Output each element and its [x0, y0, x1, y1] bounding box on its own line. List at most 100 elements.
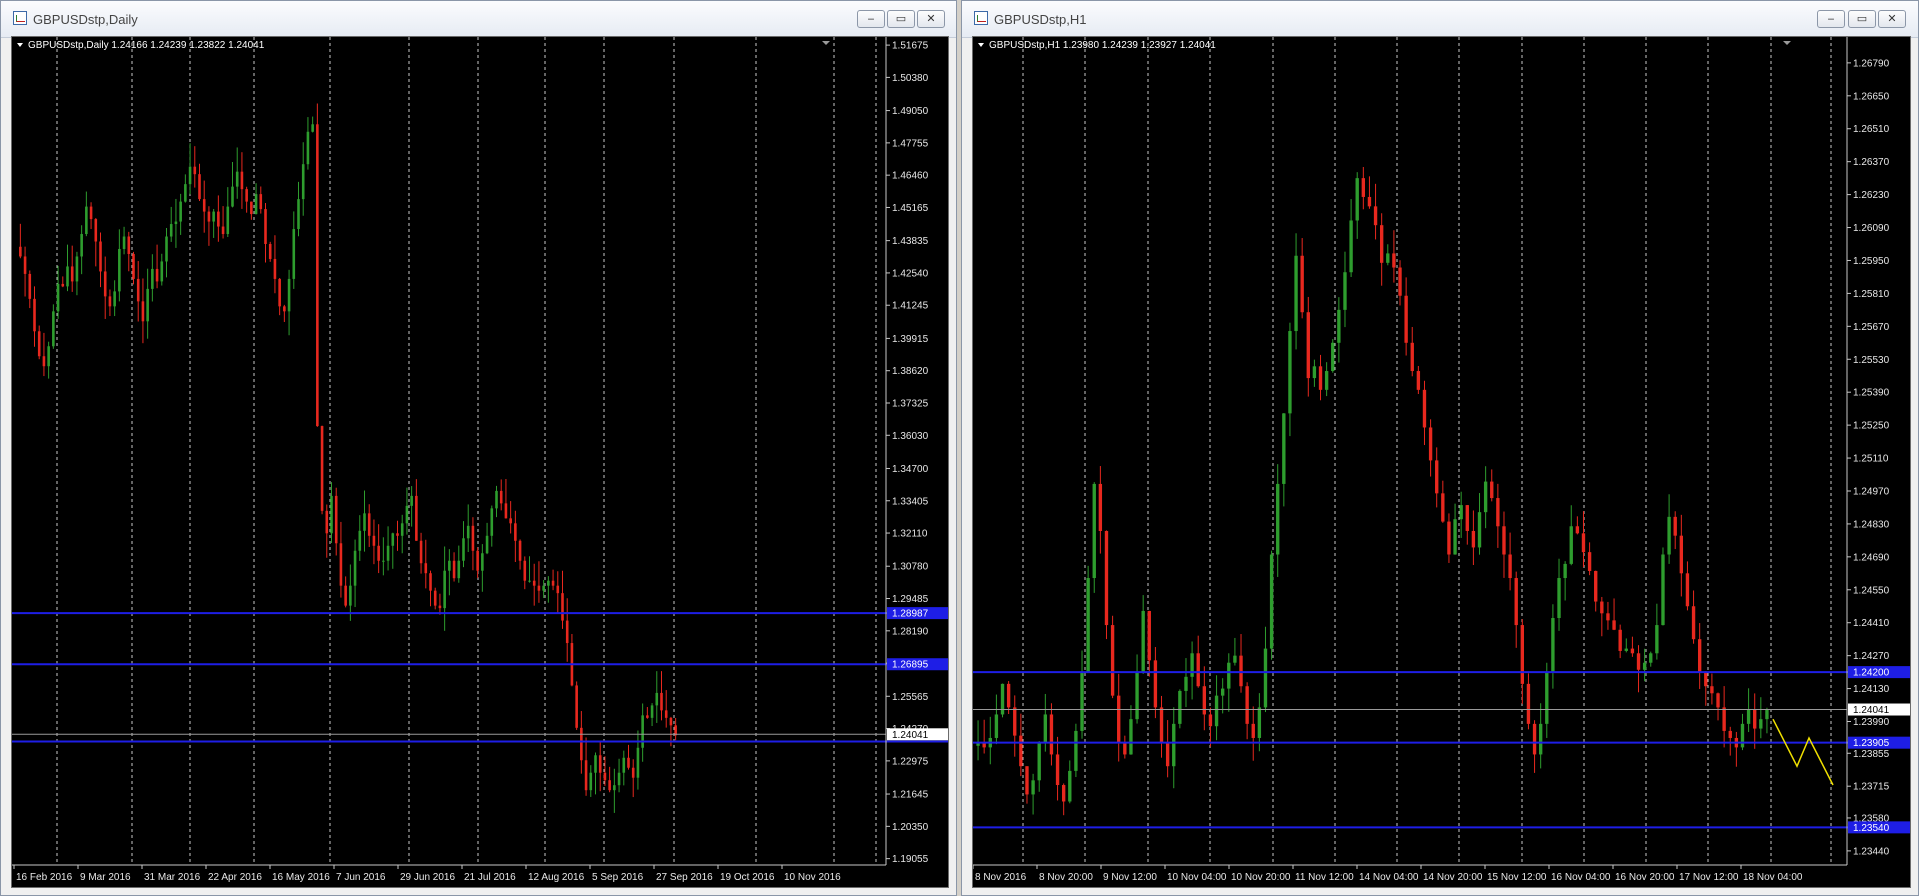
candle-body	[1227, 662, 1231, 689]
price-tick-label: 1.25565	[892, 692, 929, 703]
candle-body	[1037, 742, 1041, 781]
candle-body	[141, 301, 145, 322]
candle-body	[245, 189, 248, 202]
candle-body	[589, 772, 593, 791]
price-tick-label: 1.20350	[892, 822, 929, 833]
candle-body	[1324, 371, 1329, 390]
candle-body	[471, 525, 475, 551]
candle-body	[358, 530, 362, 551]
candle-body	[80, 234, 83, 257]
candle-body	[113, 291, 116, 307]
candle-body	[1367, 196, 1372, 207]
candle-body	[1716, 693, 1720, 708]
price-chart[interactable]: 1.26790 1.26650 1.26510 1.26370 1.26230 1.260…	[973, 37, 1910, 887]
candle-body	[584, 760, 588, 791]
candle-body	[499, 490, 503, 504]
price-tick-label: 1.47755	[892, 138, 929, 149]
candle-body	[1104, 530, 1109, 626]
candle-body	[1147, 610, 1151, 661]
chart-canvas[interactable]: 1.51675 1.50380 1.49050 1.47755 1.46460 1.451…	[11, 36, 949, 888]
current-price-label: 1.24041	[892, 730, 929, 741]
candle-body	[1538, 723, 1543, 755]
candle-body	[1239, 655, 1243, 687]
candle-body	[122, 236, 126, 249]
price-tick-label: 1.24130	[1853, 684, 1890, 695]
candle-body	[1049, 714, 1054, 755]
candle-body	[1098, 483, 1103, 531]
candle-body	[1441, 493, 1445, 522]
window-titlebar[interactable]: GBPUSDstp,H1 ‒ ▭ ✕	[962, 1, 1918, 38]
chart-header-info: GBPUSDstp,Daily 1.24166 1.24239 1.23822 …	[28, 40, 265, 51]
candle-body	[1074, 730, 1078, 771]
price-tick-label: 1.26230	[1853, 190, 1890, 201]
candle-body	[179, 201, 182, 222]
restore-button[interactable]: ▭	[1848, 10, 1876, 28]
candle-body	[1117, 695, 1121, 743]
price-tick-label: 1.49050	[892, 106, 929, 117]
time-tick-label: 16 Nov 20:00	[1615, 872, 1675, 883]
candle-body	[1673, 516, 1677, 536]
candle-body	[462, 538, 465, 561]
candle-body	[231, 186, 234, 207]
close-button[interactable]: ✕	[1878, 10, 1906, 28]
candle-body	[627, 757, 630, 768]
candle-body	[457, 560, 461, 579]
chart-canvas[interactable]: 1.26790 1.26650 1.26510 1.26370 1.26230 1.260…	[972, 36, 1911, 888]
candle-body	[1386, 253, 1390, 263]
price-tick-label: 1.22975	[892, 756, 929, 767]
candle-body	[542, 585, 545, 591]
hourly-chart-window[interactable]: GBPUSDstp,H1 ‒ ▭ ✕ 1.26790 1.26650 1.26510…	[961, 0, 1919, 896]
candle-body	[490, 508, 494, 536]
candle-body	[136, 278, 140, 302]
candle-body	[1361, 178, 1366, 197]
candle-body	[254, 194, 258, 215]
price-tick-label: 1.25530	[1853, 355, 1890, 366]
candle-body	[1428, 427, 1433, 461]
daily-chart-window[interactable]: GBPUSDstp,Daily ‒ ▭ ✕ 1.51675 1.50380 1.49…	[0, 0, 957, 896]
price-tick-label: 1.41245	[892, 301, 929, 312]
candle-body	[1594, 570, 1598, 602]
candle-body	[1392, 253, 1396, 268]
current-price-label: 1.24041	[1853, 705, 1890, 716]
minimize-button[interactable]: ‒	[1817, 10, 1845, 28]
candle-body	[556, 585, 560, 594]
candle-body	[1759, 719, 1763, 729]
time-tick-label: 11 Nov 12:00	[1295, 872, 1354, 883]
candle-body	[1068, 770, 1072, 802]
candle-body	[1172, 723, 1176, 767]
candle-body	[1288, 331, 1292, 414]
candle-body	[1496, 498, 1500, 527]
price-chart[interactable]: 1.51675 1.50380 1.49050 1.47755 1.46460 1.451…	[12, 37, 948, 887]
candle-body	[1208, 714, 1213, 727]
candle-body	[1630, 648, 1635, 654]
candle-body	[1214, 695, 1219, 727]
price-tick-label: 1.26370	[1853, 157, 1890, 168]
candle-body	[598, 755, 602, 773]
candle-body	[330, 495, 333, 534]
time-tick-label: 16 May 2016	[272, 872, 330, 883]
candle-body	[1606, 613, 1610, 621]
price-tick-label: 1.30780	[892, 562, 929, 573]
candle-body	[1679, 535, 1684, 574]
time-tick-label: 21 Jul 2016	[464, 872, 516, 883]
price-tick-label: 1.46460	[892, 171, 929, 182]
candle-body	[273, 258, 277, 279]
price-tick-label: 1.26090	[1853, 223, 1890, 234]
candle-body	[1129, 719, 1133, 755]
candle-body	[212, 211, 215, 222]
candle-body	[1667, 516, 1671, 555]
close-button[interactable]: ✕	[917, 10, 945, 28]
time-tick-label: 10 Nov 20:00	[1231, 872, 1291, 883]
minimize-button[interactable]: ‒	[857, 10, 885, 28]
candle-body	[1765, 709, 1769, 720]
candle-body	[1276, 483, 1280, 555]
candle-body	[650, 705, 654, 718]
candle-body	[1581, 533, 1586, 553]
price-tick-label: 1.24970	[1853, 486, 1890, 497]
candle-body	[160, 261, 164, 282]
candle-body	[1483, 481, 1488, 513]
price-tick-label: 1.23440	[1853, 846, 1890, 857]
restore-button[interactable]: ▭	[887, 10, 915, 28]
window-titlebar[interactable]: GBPUSDstp,Daily ‒ ▭ ✕	[1, 1, 956, 38]
price-tick-label: 1.25390	[1853, 388, 1890, 399]
